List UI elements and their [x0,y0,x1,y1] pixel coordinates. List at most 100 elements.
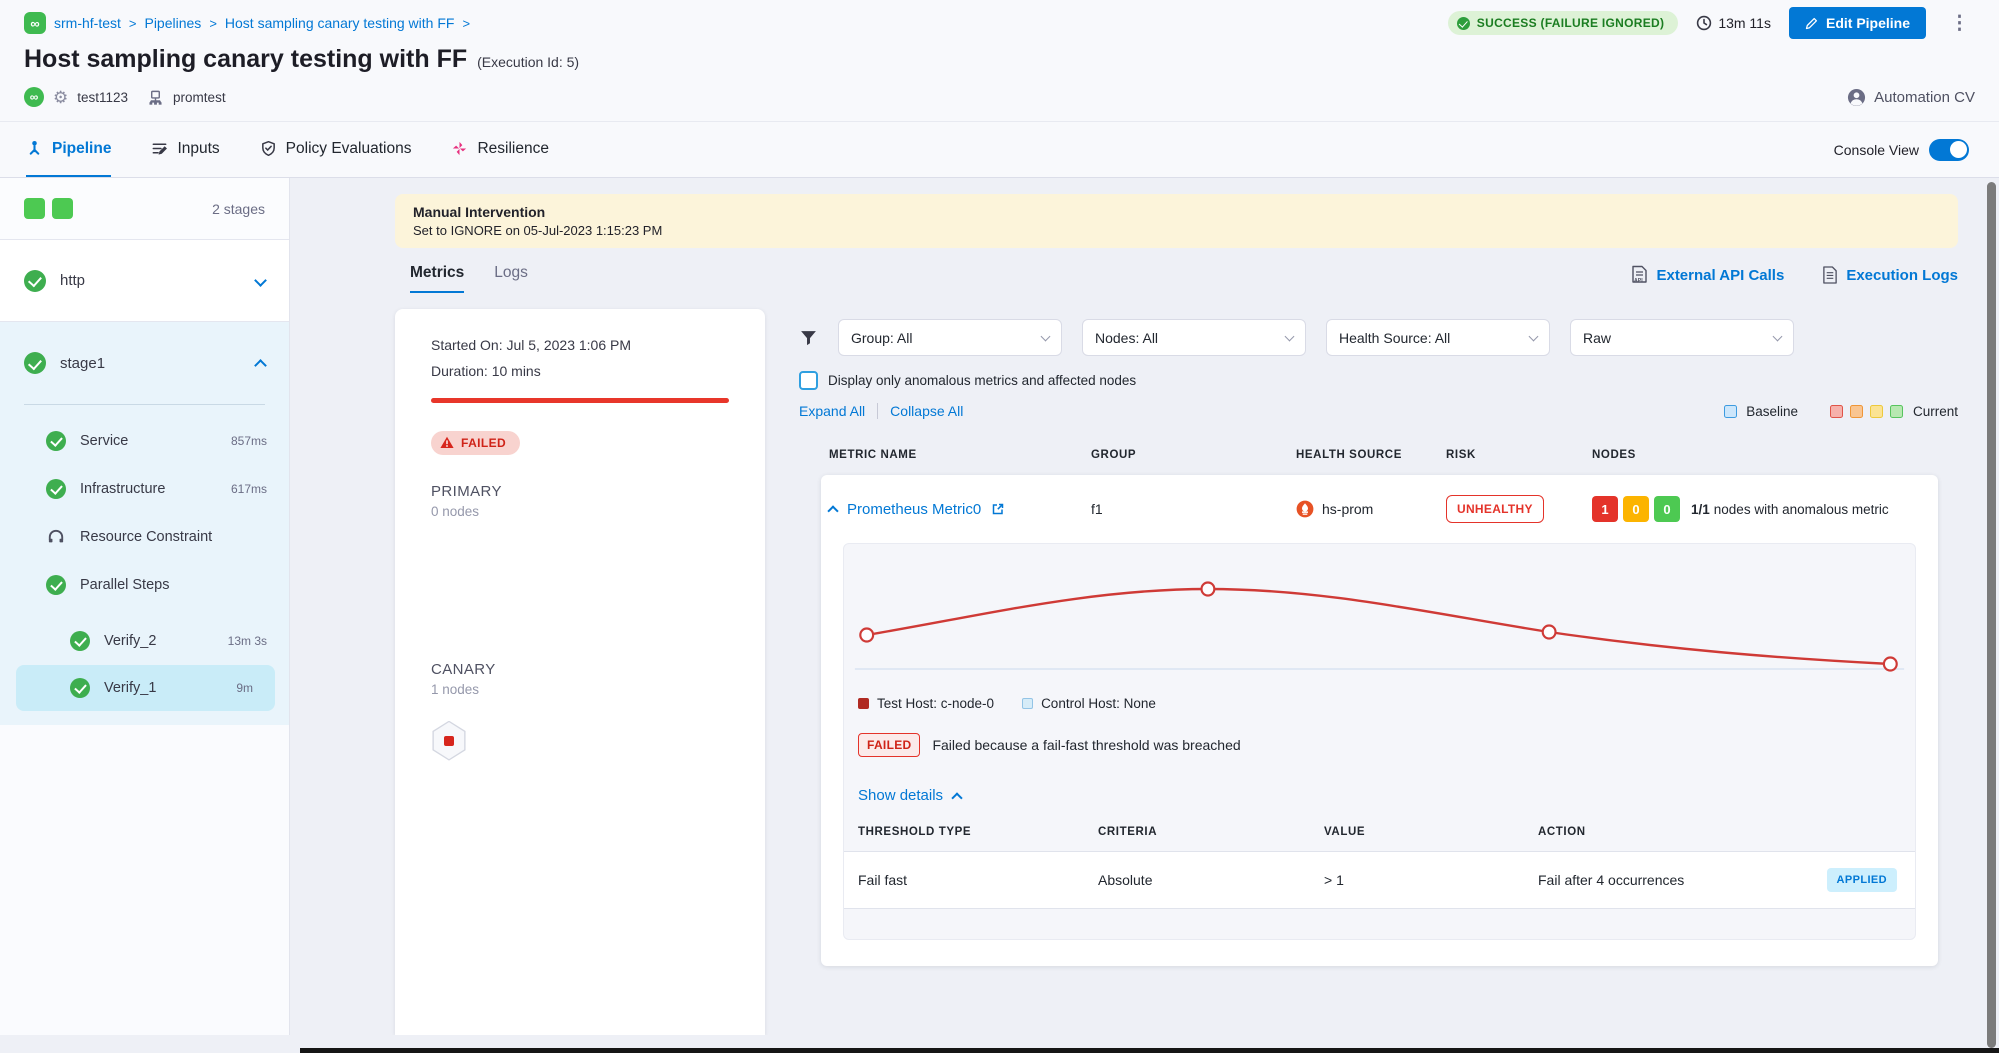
sidebar-step-parallel-steps[interactable]: Parallel Steps [0,561,289,609]
execution-logs-link[interactable]: Execution Logs [1822,265,1958,285]
stage-status-square [52,198,73,219]
collapse-all-link[interactable]: Collapse All [890,403,963,419]
failure-reason-row: FAILED Failed because a fail-fast thresh… [858,733,1915,757]
control-host-swatch [1022,698,1033,709]
breadcrumb-separator: > [209,16,217,31]
view-mode-select[interactable]: Raw [1570,319,1794,356]
svg-text:API: API [1634,278,1643,284]
nodes-filter-select[interactable]: Nodes: All [1082,319,1306,356]
horizontal-scrollbar[interactable] [300,1048,1999,1053]
show-details-label: Show details [858,787,943,804]
group-filter-select[interactable]: Group: All [838,319,1062,356]
breadcrumb-pipeline-link[interactable]: Host sampling canary testing with FF [225,15,455,31]
threshold-type-value: Fail fast [858,872,1098,888]
success-check-icon [70,631,90,651]
test-host-swatch [858,698,869,709]
more-options-menu[interactable]: ⋮ [1944,12,1975,35]
expand-all-link[interactable]: Expand All [799,403,865,419]
step-duration: 13m 3s [228,634,267,648]
service-name[interactable]: test1123 [77,90,128,105]
success-check-icon [24,270,46,292]
sidebar-stage-http[interactable]: http [0,240,289,322]
success-check-icon [1457,17,1470,30]
sidebar-step-resource-constraint[interactable]: Resource Constraint [0,513,289,561]
sidebar-stage-stage1[interactable]: stage1 [0,322,289,404]
filter-funnel-icon [799,328,818,347]
sidebar-step-infrastructure[interactable]: Infrastructure 617ms [0,465,289,513]
user-icon [1847,88,1866,107]
filter-row: Group: All Nodes: All Health Source: All… [799,319,1958,356]
stage-summary-row[interactable]: 2 stages [0,178,289,240]
breadcrumb-project-link[interactable]: srm-hf-test [54,15,121,31]
step-label: Service [80,433,128,449]
stage-count: 2 stages [212,201,265,217]
hexagon-inner [433,722,466,759]
chevron-up-icon[interactable] [254,359,267,372]
anomalous-filter-row: Display only anomalous metrics and affec… [799,371,1958,390]
api-document-icon: API [1631,265,1648,285]
duration: Duration: 10 mins [431,361,729,381]
tab-pipeline[interactable]: Pipeline [26,122,111,177]
breadcrumb-pipelines-link[interactable]: Pipelines [144,15,201,31]
environment-name[interactable]: promtest [173,90,226,105]
external-api-calls-link[interactable]: API External API Calls [1631,265,1784,285]
page-title: Host sampling canary testing with FF [24,45,467,74]
shield-check-icon [260,140,277,157]
test-host-legend-item: Test Host: c-node-0 [858,696,994,711]
col-threshold-type: THRESHOLD TYPE [858,826,1098,851]
canary-node-hexagon[interactable] [431,721,467,761]
anomalous-only-checkbox[interactable] [799,371,818,390]
status-badge-label: SUCCESS (FAILURE IGNORED) [1477,16,1665,30]
tab-resilience-label: Resilience [477,140,549,158]
chevron-down-icon [1041,331,1051,341]
prometheus-icon [1296,500,1314,518]
tab-logs[interactable]: Logs [494,264,528,293]
control-host-label: Control Host: None [1041,696,1156,711]
col-risk: RISK [1438,449,1584,475]
console-view-label: Console View [1834,142,1919,158]
execution-logs-label: Execution Logs [1846,267,1958,284]
col-health-source: HEALTH SOURCE [1288,449,1438,475]
stage-sidebar: 2 stages http stage1 Service 857ms [0,178,290,1035]
tab-inputs-label: Inputs [177,140,219,158]
collapse-metric-chevron-icon[interactable] [827,505,838,516]
harness-logo-icon: ∞ [24,12,46,34]
metric-row: Prometheus Metric0 f1 hs-prom UNHEALTHY … [821,475,1938,543]
vertical-scrollbar[interactable] [1987,182,1996,1048]
status-badge: SUCCESS (FAILURE IGNORED) [1448,11,1679,35]
tab-policy-evaluations[interactable]: Policy Evaluations [260,122,412,177]
metric-name-link[interactable]: Prometheus Metric0 [847,501,981,518]
view-mode-value: Raw [1583,330,1611,346]
tab-metrics[interactable]: Metrics [410,264,464,293]
nodes-filter-value: Nodes: All [1095,330,1158,346]
group-filter-value: Group: All [851,330,912,346]
sidebar-step-verify-1[interactable]: Verify_1 9m [16,665,275,711]
sidebar-stage1-section: stage1 Service 857ms Infrastructure 617m… [0,322,289,725]
metrics-analysis-panel: Group: All Nodes: All Health Source: All… [799,309,1958,1035]
health-source-filter-select[interactable]: Health Source: All [1326,319,1550,356]
sidebar-step-verify-2[interactable]: Verify_2 13m 3s [0,617,289,665]
col-metric-name: METRIC NAME [821,449,1083,475]
chevron-down-icon[interactable] [254,274,267,287]
step-duration: 617ms [231,482,267,496]
host-legend: Test Host: c-node-0 Control Host: None [858,696,1915,711]
anomalous-node-text: nodes with anomalous metric [1714,502,1889,517]
divider [877,403,878,419]
toggle-knob [1950,141,1967,158]
console-view-toggle[interactable] [1929,139,1969,161]
elapsed-time-label: 13m 11s [1718,15,1771,31]
show-details-toggle[interactable]: Show details [858,787,1915,804]
tab-policy-evaluations-label: Policy Evaluations [286,140,412,158]
stage-label: stage1 [60,355,105,372]
anomalous-node-dot [444,736,454,746]
edit-pipeline-button[interactable]: Edit Pipeline [1789,7,1926,39]
tab-resilience[interactable]: Resilience [451,122,549,177]
external-link-icon[interactable] [991,502,1005,516]
sidebar-step-service[interactable]: Service 857ms [0,417,289,465]
baseline-legend-label: Baseline [1746,404,1798,419]
health-source-filter-value: Health Source: All [1339,330,1450,346]
risk-badge: UNHEALTHY [1446,495,1544,523]
metric-line-chart [847,552,1912,692]
col-action: ACTION [1538,826,1901,851]
tab-inputs[interactable]: Inputs [151,122,219,177]
